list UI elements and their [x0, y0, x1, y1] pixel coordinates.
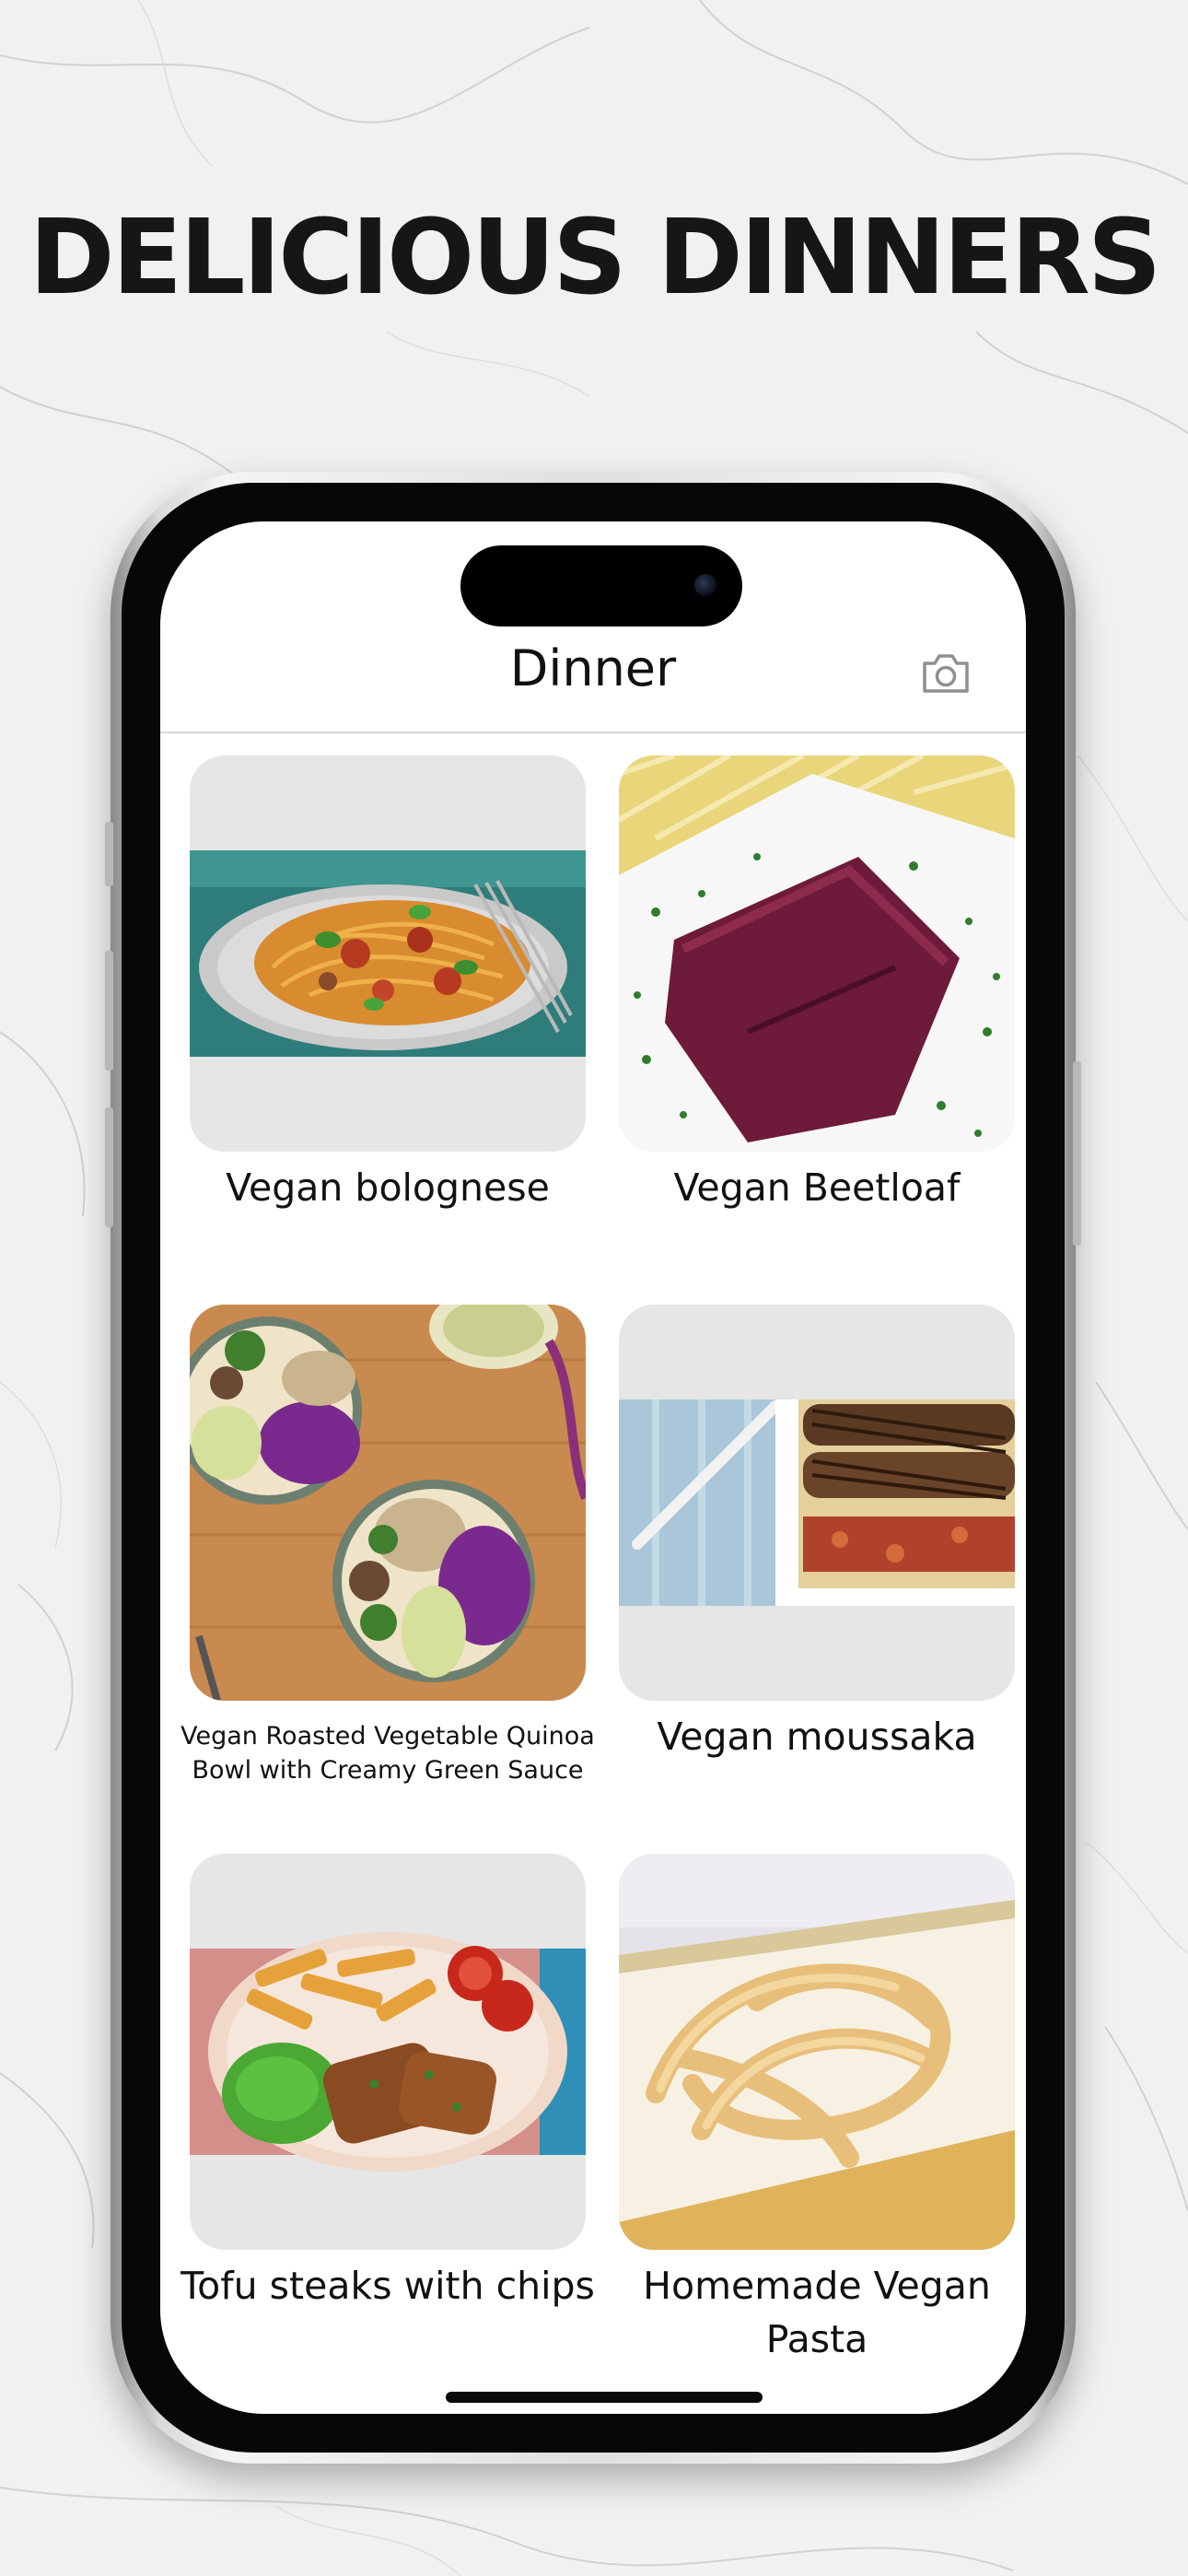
- recipe-title: Vegan moussaka: [657, 1715, 977, 1759]
- home-indicator[interactable]: [446, 2392, 763, 2403]
- recipe-image-bolognese: [190, 755, 586, 1152]
- recipe-image-tofu-steaks: [190, 1854, 586, 2250]
- volume-down-button: [105, 1107, 113, 1227]
- recipe-title: Tofu steaks with chips: [181, 2264, 595, 2308]
- recipe-image-quinoa-bowl: [190, 1305, 586, 1701]
- navigation-bar: Dinner: [160, 630, 1026, 733]
- side-button: [105, 822, 113, 886]
- recipe-image-beetloaf: [619, 755, 1015, 1152]
- recipe-title: Vegan Roasted Vegetable Quinoa Bowl with…: [181, 1722, 595, 1785]
- power-button: [1073, 1061, 1081, 1246]
- recipe-title: Homemade Vegan Pasta: [643, 2264, 991, 2361]
- dynamic-island: [460, 545, 742, 626]
- phone-frame: Dinner Vegan bolognese Vegan Beetloaf Ve…: [105, 472, 1081, 2464]
- front-camera-lens: [694, 574, 716, 596]
- camera-icon[interactable]: [921, 650, 971, 695]
- volume-up-button: [105, 951, 113, 1071]
- recipe-title: Vegan Beetloaf: [673, 1165, 961, 1210]
- recipe-image-moussaka: [619, 1305, 1015, 1701]
- phone-bezel: Dinner Vegan bolognese Vegan Beetloaf Ve…: [122, 483, 1065, 2453]
- recipe-image-vegan-pasta: [619, 1854, 1015, 2250]
- nav-title: Dinner: [509, 639, 677, 697]
- promo-headline: DELICIOUS DINNERS: [29, 198, 1162, 318]
- app-screen: Dinner Vegan bolognese Vegan Beetloaf Ve…: [160, 521, 1026, 2414]
- recipe-title: Vegan bolognese: [226, 1165, 550, 1210]
